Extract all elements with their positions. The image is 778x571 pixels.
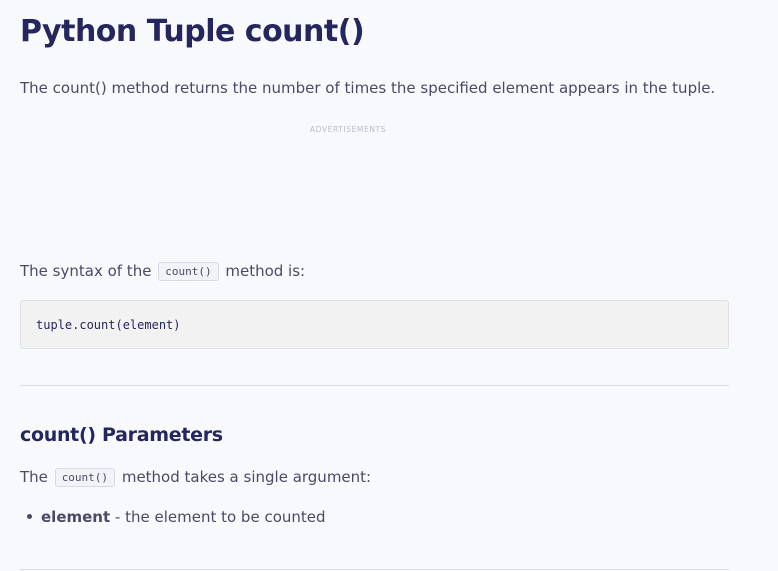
parameters-text-before: The (20, 468, 48, 486)
parameters-paragraph: The count() method takes a single argume… (20, 468, 372, 487)
list-item: element - the element to be counted (20, 508, 326, 526)
advertisements-label: ADVERTISEMENTS (309, 125, 387, 134)
section-divider (20, 385, 729, 386)
inline-code-count: count() (54, 468, 116, 487)
inline-code-count: count() (158, 262, 219, 281)
bullet-icon (27, 513, 32, 519)
parameters-list: element - the element to be counted (20, 508, 326, 526)
syntax-paragraph: The syntax of the count() method is: (20, 262, 306, 281)
section-divider (20, 569, 729, 570)
parameters-text-after: method takes a single argument: (121, 468, 372, 486)
parameter-term: element (41, 508, 111, 526)
parameters-heading: count() Parameters (20, 424, 223, 446)
code-block-text: tuple.count(element) (36, 318, 181, 332)
syntax-text-after: method is: (225, 262, 306, 280)
syntax-code-block: tuple.count(element) (20, 300, 729, 349)
syntax-text-before: The syntax of the (20, 262, 152, 280)
parameter-description: - the element to be counted (114, 508, 326, 526)
intro-paragraph: The count() method returns the number of… (20, 79, 716, 97)
page-title: Python Tuple count() (20, 14, 365, 49)
